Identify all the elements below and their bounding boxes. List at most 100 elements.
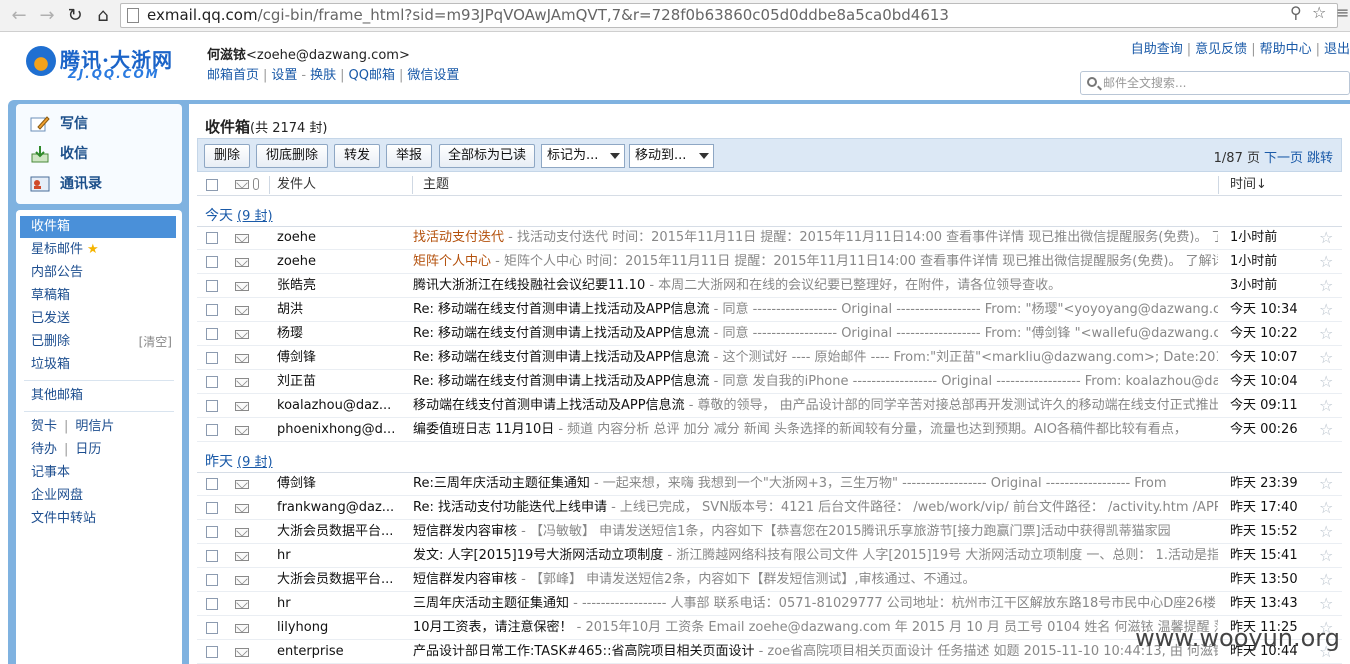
link-wechat-settings[interactable]: 微信设置 bbox=[407, 68, 459, 83]
star-toggle-icon[interactable]: ☆ bbox=[1319, 274, 1333, 298]
row-checkbox[interactable] bbox=[206, 424, 218, 436]
link-self-service[interactable]: 自助查询 bbox=[1131, 42, 1183, 57]
row-checkbox[interactable] bbox=[206, 280, 218, 292]
receive-button[interactable]: 收信 bbox=[30, 142, 88, 166]
nav-sent[interactable]: 已发送 bbox=[20, 308, 176, 330]
mail-row[interactable]: koalazhou@daz... 移动端在线支付首测申请上找活动及APP信息流 -… bbox=[197, 394, 1342, 418]
group-yesterday[interactable]: 昨天 (9 封) bbox=[205, 451, 273, 471]
col-time[interactable]: 时间↓ bbox=[1230, 174, 1267, 196]
link-feedback[interactable]: 意见反馈 bbox=[1195, 42, 1247, 57]
nav-calendar[interactable]: 日历 bbox=[75, 442, 101, 457]
nav-todo[interactable]: 待办 bbox=[31, 442, 57, 457]
nav-notice[interactable]: 内部公告 bbox=[20, 262, 176, 284]
mail-row[interactable]: zoehe 矩阵个人中心 - 矩阵个人中心 时间：2015年11月11日 提醒：2… bbox=[197, 250, 1342, 274]
mark-as-select[interactable]: 标记为... bbox=[541, 144, 625, 168]
mail-row[interactable]: 张皓亮 腾讯大浙浙江在线投融社会议纪要11.10 - 本周二大浙网和在线的会议纪要… bbox=[197, 274, 1342, 298]
row-checkbox[interactable] bbox=[206, 574, 218, 586]
row-checkbox[interactable] bbox=[206, 376, 218, 388]
read-status-col-icon[interactable] bbox=[235, 180, 249, 189]
purge-button[interactable]: 彻底删除 bbox=[256, 144, 328, 168]
row-checkbox[interactable] bbox=[206, 502, 218, 514]
row-checkbox[interactable] bbox=[206, 646, 218, 658]
link-qq-mail[interactable]: QQ邮箱 bbox=[349, 68, 395, 83]
nav-inbox[interactable]: 收件箱 bbox=[20, 216, 176, 238]
col-sender[interactable]: 发件人 bbox=[277, 174, 316, 196]
nav-deleted[interactable]: 已删除 [清空] bbox=[20, 331, 176, 353]
nav-spam[interactable]: 垃圾箱 bbox=[20, 354, 176, 376]
report-button[interactable]: 举报 bbox=[386, 144, 432, 168]
reload-icon[interactable]: ↻ bbox=[62, 3, 88, 29]
row-checkbox[interactable] bbox=[206, 400, 218, 412]
row-checkbox[interactable] bbox=[206, 478, 218, 490]
mail-row[interactable]: hr 发文: 人字[2015]19号大浙网活动立项制度 - 浙江腾越网络科技有限公… bbox=[197, 544, 1342, 568]
row-checkbox[interactable] bbox=[206, 256, 218, 268]
mail-row[interactable]: 傅剑锋 Re: 移动端在线支付首测申请上找活动及APP信息流 - 这个测试好 --… bbox=[197, 346, 1342, 370]
nav-drafts[interactable]: 草稿箱 bbox=[20, 285, 176, 307]
delete-button[interactable]: 删除 bbox=[204, 144, 250, 168]
mark-all-read-button[interactable]: 全部标为已读 bbox=[439, 144, 535, 168]
row-checkbox[interactable] bbox=[206, 598, 218, 610]
mail-row[interactable]: hr 三周年庆活动主题征集通知 - ------------------ 人事部 … bbox=[197, 592, 1342, 616]
star-toggle-icon[interactable]: ☆ bbox=[1319, 346, 1333, 370]
star-toggle-icon[interactable]: ☆ bbox=[1319, 520, 1333, 544]
row-checkbox[interactable] bbox=[206, 232, 218, 244]
link-help[interactable]: 帮助中心 bbox=[1260, 42, 1312, 57]
star-toggle-icon[interactable]: ☆ bbox=[1319, 496, 1333, 520]
nav-transfer[interactable]: 文件中转站 bbox=[20, 508, 176, 530]
star-toggle-icon[interactable]: ☆ bbox=[1319, 472, 1333, 496]
mail-row[interactable]: frankwang@daz... Re: 找活动支付功能迭代上线申请 - 上线已完… bbox=[197, 496, 1342, 520]
nav-postcard[interactable]: 明信片 bbox=[75, 419, 114, 434]
home-icon[interactable]: ⌂ bbox=[90, 3, 116, 29]
mail-row[interactable]: zoehe 找活动支付迭代 - 找活动支付迭代 时间：2015年11月11日 提醒… bbox=[197, 226, 1342, 250]
link-skin[interactable]: 换肤 bbox=[310, 68, 336, 83]
move-to-select[interactable]: 移动到... bbox=[629, 144, 714, 168]
next-page-link[interactable]: 下一页 bbox=[1264, 151, 1303, 166]
forward-icon[interactable]: → bbox=[34, 3, 60, 29]
mail-row[interactable]: 刘正苗 Re: 移动端在线支付首测申请上找活动及APP信息流 - 同意 发自我的i… bbox=[197, 370, 1342, 394]
nav-greeting[interactable]: 贺卡 bbox=[31, 419, 57, 434]
compose-button[interactable]: 写信 bbox=[30, 112, 88, 136]
star-toggle-icon[interactable]: ☆ bbox=[1319, 370, 1333, 394]
row-checkbox[interactable] bbox=[206, 622, 218, 634]
contacts-button[interactable]: 通讯录 bbox=[30, 172, 102, 196]
star-toggle-icon[interactable]: ☆ bbox=[1319, 544, 1333, 568]
star-toggle-icon[interactable]: ☆ bbox=[1319, 394, 1333, 418]
link-logout[interactable]: 退出 bbox=[1324, 42, 1350, 57]
mail-row[interactable]: 傅剑锋 Re:三周年庆活动主题征集通知 - 一起来想，来嗨 我想到一个"大浙网+3… bbox=[197, 472, 1342, 496]
star-toggle-icon[interactable]: ☆ bbox=[1319, 418, 1333, 442]
bookmark-star-icon[interactable]: ☆ bbox=[1312, 3, 1326, 22]
mail-row[interactable]: phoenixhong@d... 编委值班日志 11月10日 - 频道 内容分析 … bbox=[197, 418, 1342, 442]
group-today[interactable]: 今天 (9 封) bbox=[205, 205, 273, 225]
nav-starred[interactable]: 星标邮件 ★ bbox=[20, 239, 176, 261]
jump-page-link[interactable]: 跳转 bbox=[1307, 151, 1333, 166]
star-toggle-icon[interactable]: ☆ bbox=[1319, 226, 1333, 250]
attachment-col-icon[interactable] bbox=[253, 178, 259, 190]
forward-button[interactable]: 转发 bbox=[334, 144, 380, 168]
row-checkbox[interactable] bbox=[206, 550, 218, 562]
brand-logo[interactable]: 腾讯·大浙网 ZJ.QQ.COM bbox=[16, 44, 192, 81]
mail-row[interactable]: 大浙会员数据平台... 短信群发内容审核 - 【郭峰】 申请发送短信2条，内容如下… bbox=[197, 568, 1342, 592]
nav-notes[interactable]: 记事本 bbox=[20, 462, 176, 484]
col-subject[interactable]: 主题 bbox=[423, 174, 449, 196]
row-checkbox[interactable] bbox=[206, 304, 218, 316]
empty-trash-link[interactable]: [清空] bbox=[139, 331, 172, 353]
select-all-checkbox[interactable] bbox=[206, 179, 218, 191]
nav-other[interactable]: 其他邮箱 bbox=[20, 385, 176, 407]
back-icon[interactable]: ← bbox=[6, 3, 32, 29]
star-toggle-icon[interactable]: ☆ bbox=[1319, 592, 1333, 616]
row-checkbox[interactable] bbox=[206, 352, 218, 364]
menu-icon[interactable]: ≡ bbox=[1336, 3, 1349, 22]
key-icon[interactable]: ⚲ bbox=[1290, 3, 1302, 22]
star-toggle-icon[interactable]: ☆ bbox=[1319, 568, 1333, 592]
mail-row[interactable]: 胡洪 Re: 移动端在线支付首测申请上找活动及APP信息流 - 同意 ------… bbox=[197, 298, 1342, 322]
row-checkbox[interactable] bbox=[206, 526, 218, 538]
nav-disk[interactable]: 企业网盘 bbox=[20, 485, 176, 507]
star-toggle-icon[interactable]: ☆ bbox=[1319, 322, 1333, 346]
row-checkbox[interactable] bbox=[206, 328, 218, 340]
star-toggle-icon[interactable]: ☆ bbox=[1319, 298, 1333, 322]
link-settings[interactable]: 设置 bbox=[271, 68, 297, 83]
search-input[interactable]: 邮件全文搜索... bbox=[1080, 71, 1350, 95]
link-mail-home[interactable]: 邮箱首页 bbox=[207, 68, 259, 83]
mail-row[interactable]: 大浙会员数据平台... 短信群发内容审核 - 【冯敏敏】 申请发送短信1条，内容如… bbox=[197, 520, 1342, 544]
star-toggle-icon[interactable]: ☆ bbox=[1319, 250, 1333, 274]
